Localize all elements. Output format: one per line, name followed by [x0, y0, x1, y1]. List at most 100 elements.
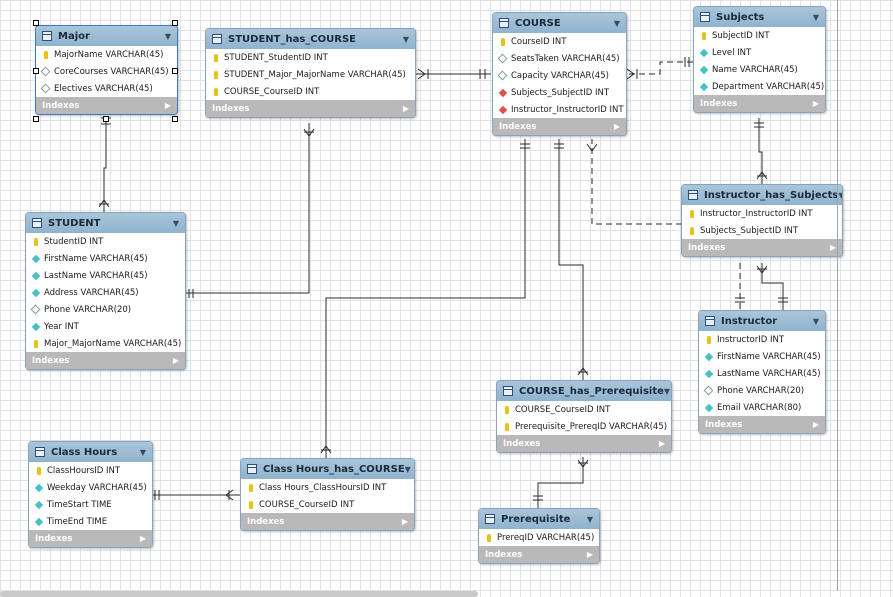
expand-arrow-icon[interactable]: ▶	[813, 99, 819, 108]
table-header[interactable]: Prerequisite ▼	[479, 509, 599, 529]
column-row[interactable]: Instructor_InstructorID INT	[682, 205, 842, 222]
expand-arrow-icon[interactable]: ▶	[403, 104, 409, 113]
column-row[interactable]: Year INT	[26, 318, 185, 335]
selection-handle[interactable]	[33, 116, 39, 122]
collapse-caret-icon[interactable]: ▼	[838, 191, 842, 200]
column-row[interactable]: Name VARCHAR(45)	[694, 61, 825, 78]
relationship-student-shc[interactable]	[185, 123, 310, 294]
relationship-instructor-course[interactable]	[591, 139, 682, 225]
relationship-subjects-course[interactable]	[627, 61, 693, 75]
relationship-major-student[interactable]	[103, 122, 107, 212]
column-row[interactable]: LastName VARCHAR(45)	[699, 365, 825, 382]
indexes-section[interactable]: Indexes ▶	[497, 435, 671, 452]
table-class-hours-has-course[interactable]: Class Hours_has_COURSE ▼ Class Hours_Class…	[240, 458, 415, 531]
relationship-prereq-chp[interactable]	[537, 457, 584, 508]
table-course-has-prerequisite[interactable]: COURSE_has_Prerequisite ▼ COURSE_CourseID …	[496, 380, 672, 453]
table-header[interactable]: Instructor_has_Subjects▼	[682, 185, 842, 205]
column-row[interactable]: STUDENT_Major_MajorName VARCHAR(45)	[206, 66, 415, 83]
selection-handle[interactable]	[103, 116, 109, 122]
table-student[interactable]: STUDENT ▼ StudentID INT FirstName VARCHAR(4…	[25, 212, 186, 370]
table-class-hours[interactable]: Class Hours ▼ ClassHoursID INT Weekday VARC…	[28, 441, 153, 548]
collapse-caret-icon[interactable]: ▼	[614, 19, 620, 28]
column-row[interactable]: TimeStart TIME	[29, 496, 152, 513]
column-row[interactable]: FirstName VARCHAR(45)	[699, 348, 825, 365]
column-row[interactable]: StudentID INT	[26, 233, 185, 250]
expand-arrow-icon[interactable]: ▶	[614, 122, 620, 131]
table-header[interactable]: Class Hours_has_COURSE ▼	[241, 459, 414, 479]
expand-arrow-icon[interactable]: ▶	[173, 356, 179, 365]
indexes-section[interactable]: Indexes ▶	[26, 352, 185, 369]
column-row[interactable]: LastName VARCHAR(45)	[26, 267, 185, 284]
collapse-caret-icon[interactable]: ▼	[664, 387, 670, 396]
table-student-has-course[interactable]: STUDENT_has_COURSE ▼ STUDENT_StudentID INT…	[205, 28, 416, 118]
selection-handle[interactable]	[33, 68, 39, 74]
column-row[interactable]: CoreCourses VARCHAR(45)	[36, 63, 177, 80]
column-row[interactable]: Electives VARCHAR(45)	[36, 80, 177, 97]
indexes-section[interactable]: Indexes ▶	[241, 513, 414, 530]
column-row[interactable]: Phone VARCHAR(20)	[26, 301, 185, 318]
column-row[interactable]: CourseID INT	[493, 33, 626, 50]
indexes-section[interactable]: Indexes ▶	[206, 100, 415, 117]
column-row[interactable]: PrereqID VARCHAR(45)	[479, 529, 599, 546]
indexes-section[interactable]: Indexes ▶	[479, 546, 599, 563]
selection-handle[interactable]	[172, 68, 178, 74]
table-header[interactable]: Subjects ▼	[694, 7, 825, 27]
table-header[interactable]: STUDENT_has_COURSE ▼	[206, 29, 415, 49]
collapse-caret-icon[interactable]: ▼	[140, 448, 146, 457]
column-row[interactable]: Major_MajorName VARCHAR(45)	[26, 335, 185, 352]
relationship-instructor-ihs[interactable]	[761, 263, 784, 310]
column-row[interactable]: Class Hours_ClassHoursID INT	[241, 479, 414, 496]
relationship-course-chp[interactable]	[558, 139, 584, 380]
collapse-caret-icon[interactable]: ▼	[813, 13, 819, 22]
expand-arrow-icon[interactable]: ▶	[587, 550, 593, 559]
selection-handle[interactable]	[33, 20, 39, 26]
expand-arrow-icon[interactable]: ▶	[813, 420, 819, 429]
table-header[interactable]: STUDENT ▼	[26, 213, 185, 233]
column-row[interactable]: Instructor_InstructorID INT	[493, 101, 626, 118]
collapse-caret-icon[interactable]: ▼	[173, 219, 179, 228]
column-row[interactable]: Phone VARCHAR(20)	[699, 382, 825, 399]
selection-handle[interactable]	[172, 116, 178, 122]
column-row[interactable]: Subjects_SubjectID INT	[493, 84, 626, 101]
collapse-caret-icon[interactable]: ▼	[165, 32, 171, 41]
collapse-caret-icon[interactable]: ▼	[587, 515, 593, 524]
indexes-section[interactable]: Indexes ▶	[29, 530, 152, 547]
column-row[interactable]: TimeEnd TIME	[29, 513, 152, 530]
column-row[interactable]: Subjects_SubjectID INT	[682, 222, 842, 239]
column-row[interactable]: COURSE_CourseID INT	[206, 83, 415, 100]
table-instructor-has-subjects[interactable]: Instructor_has_Subjects▼ Instructor_Instr…	[681, 184, 843, 257]
indexes-section[interactable]: Indexes ▶	[699, 416, 825, 433]
table-header[interactable]: Class Hours ▼	[29, 442, 152, 462]
table-header[interactable]: COURSE ▼	[493, 13, 626, 33]
column-row[interactable]: ClassHoursID INT	[29, 462, 152, 479]
table-instructor[interactable]: Instructor ▼ InstructorID INT FirstName VAR…	[698, 310, 826, 434]
column-row[interactable]: Level INT	[694, 44, 825, 61]
indexes-section[interactable]: Indexes ▶	[682, 239, 842, 256]
column-row[interactable]: SubjectID INT	[694, 27, 825, 44]
column-row[interactable]: MajorName VARCHAR(45)	[36, 46, 177, 63]
column-row[interactable]: SeatsTaken VARCHAR(45)	[493, 50, 626, 67]
column-row[interactable]: FirstName VARCHAR(45)	[26, 250, 185, 267]
column-row[interactable]: Address VARCHAR(45)	[26, 284, 185, 301]
table-course[interactable]: COURSE ▼ CourseID INT SeatsTaken VARCHAR(45…	[492, 12, 627, 136]
column-row[interactable]: COURSE_CourseID INT	[241, 496, 414, 513]
table-header[interactable]: Major ▼	[36, 26, 177, 46]
table-subjects[interactable]: Subjects ▼ SubjectID INT Level INT Name VARC…	[693, 6, 826, 113]
column-row[interactable]: STUDENT_StudentID INT	[206, 49, 415, 66]
indexes-section[interactable]: Indexes ▶	[493, 118, 626, 135]
column-row[interactable]: Email VARCHAR(80)	[699, 399, 825, 416]
horizontal-scrollbar[interactable]	[0, 591, 478, 597]
column-row[interactable]: COURSE_CourseID INT	[497, 401, 671, 418]
column-row[interactable]: Weekday VARCHAR(45)	[29, 479, 152, 496]
table-major[interactable]: Major ▼ MajorName VARCHAR(45) CoreCourses V…	[35, 25, 178, 115]
column-row[interactable]: InstructorID INT	[699, 331, 825, 348]
collapse-caret-icon[interactable]: ▼	[405, 465, 411, 474]
expand-arrow-icon[interactable]: ▶	[165, 101, 171, 110]
column-row[interactable]: Department VARCHAR(45)	[694, 78, 825, 95]
expand-arrow-icon[interactable]: ▶	[830, 243, 836, 252]
expand-arrow-icon[interactable]: ▶	[140, 534, 146, 543]
table-header[interactable]: COURSE_has_Prerequisite ▼	[497, 381, 671, 401]
relationship-subjects-ihs[interactable]	[758, 118, 763, 184]
column-row[interactable]: Prerequisite_PrereqID VARCHAR(45)	[497, 418, 671, 435]
expand-arrow-icon[interactable]: ▶	[659, 439, 665, 448]
